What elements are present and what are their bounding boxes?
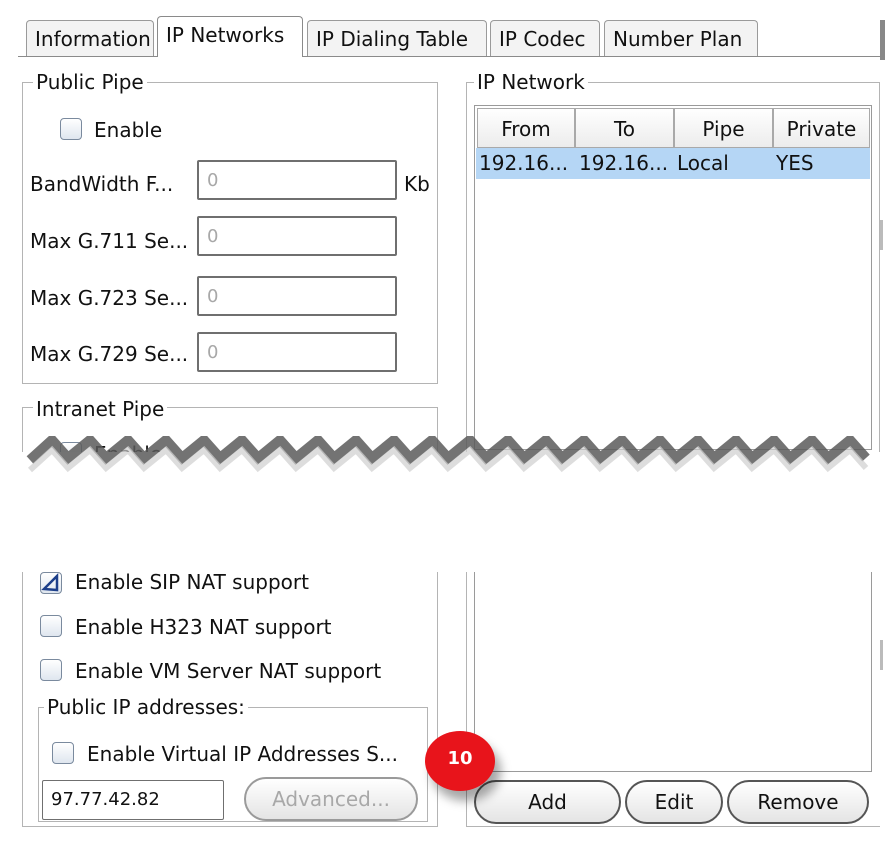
h323-nat-checkbox[interactable]	[40, 615, 62, 637]
step-marker-badge: 10	[425, 731, 495, 791]
cell-private: YES	[776, 151, 814, 175]
bandwidth-input[interactable]: 0	[197, 160, 397, 200]
sip-nat-checkbox[interactable]	[40, 572, 62, 594]
add-button[interactable]: Add	[474, 780, 621, 824]
cell-to: 192.16...	[579, 151, 669, 175]
tab-information[interactable]: Information	[26, 20, 154, 56]
advanced-button[interactable]: Advanced...	[244, 777, 418, 821]
bandwidth-unit: Kb	[404, 172, 430, 196]
column-header-from[interactable]: From	[477, 108, 575, 148]
window-edge	[880, 20, 885, 60]
max-g711-input[interactable]: 0	[197, 216, 397, 256]
checkmark-icon	[41, 573, 59, 592]
h323-nat-label: Enable H323 NAT support	[75, 615, 332, 639]
window-edge-mark	[880, 220, 883, 250]
sip-nat-label: Enable SIP NAT support	[75, 570, 309, 594]
max-g723-input[interactable]: 0	[197, 276, 397, 316]
vm-server-nat-checkbox[interactable]	[40, 659, 62, 681]
ip-network-title: IP Network	[474, 70, 588, 94]
tab-ip-dialing-table[interactable]: IP Dialing Table	[307, 20, 487, 56]
column-header-to[interactable]: To	[575, 108, 674, 148]
public-pipe-title: Public Pipe	[33, 70, 147, 94]
tab-ip-networks[interactable]: IP Networks	[157, 16, 303, 57]
cell-pipe: Local	[677, 151, 729, 175]
intranet-pipe-title: Intranet Pipe	[33, 397, 168, 421]
window-edge-mark-lower	[880, 640, 883, 670]
column-header-private[interactable]: Private	[773, 108, 870, 148]
cell-from: 192.16...	[479, 151, 569, 175]
virtual-ip-checkbox[interactable]	[52, 742, 74, 764]
tab-strip-line	[18, 56, 880, 57]
public-pipe-enable-label: Enable	[94, 118, 163, 142]
edit-button[interactable]: Edit	[625, 780, 723, 824]
public-ip-title: Public IP addresses:	[44, 695, 248, 719]
max-g729-input[interactable]: 0	[197, 332, 397, 372]
max-g729-label: Max G.729 Se...	[30, 342, 189, 366]
torn-edge-divider	[26, 436, 870, 473]
max-g711-label: Max G.711 Se...	[30, 229, 189, 253]
virtual-ip-label: Enable Virtual IP Addresses S...	[87, 742, 399, 766]
public-ip-input[interactable]: 97.77.42.82	[42, 780, 224, 820]
vm-server-nat-label: Enable VM Server NAT support	[75, 659, 382, 683]
tab-number-plan[interactable]: Number Plan	[604, 20, 758, 56]
public-pipe-enable-checkbox[interactable]	[60, 118, 82, 140]
ip-network-table-lower	[474, 572, 872, 772]
tab-ip-codec[interactable]: IP Codec	[490, 20, 600, 56]
column-header-pipe[interactable]: Pipe	[674, 108, 773, 148]
remove-button[interactable]: Remove	[727, 780, 869, 824]
max-g723-label: Max G.723 Se...	[30, 286, 189, 310]
bandwidth-label: BandWidth F...	[30, 172, 174, 196]
